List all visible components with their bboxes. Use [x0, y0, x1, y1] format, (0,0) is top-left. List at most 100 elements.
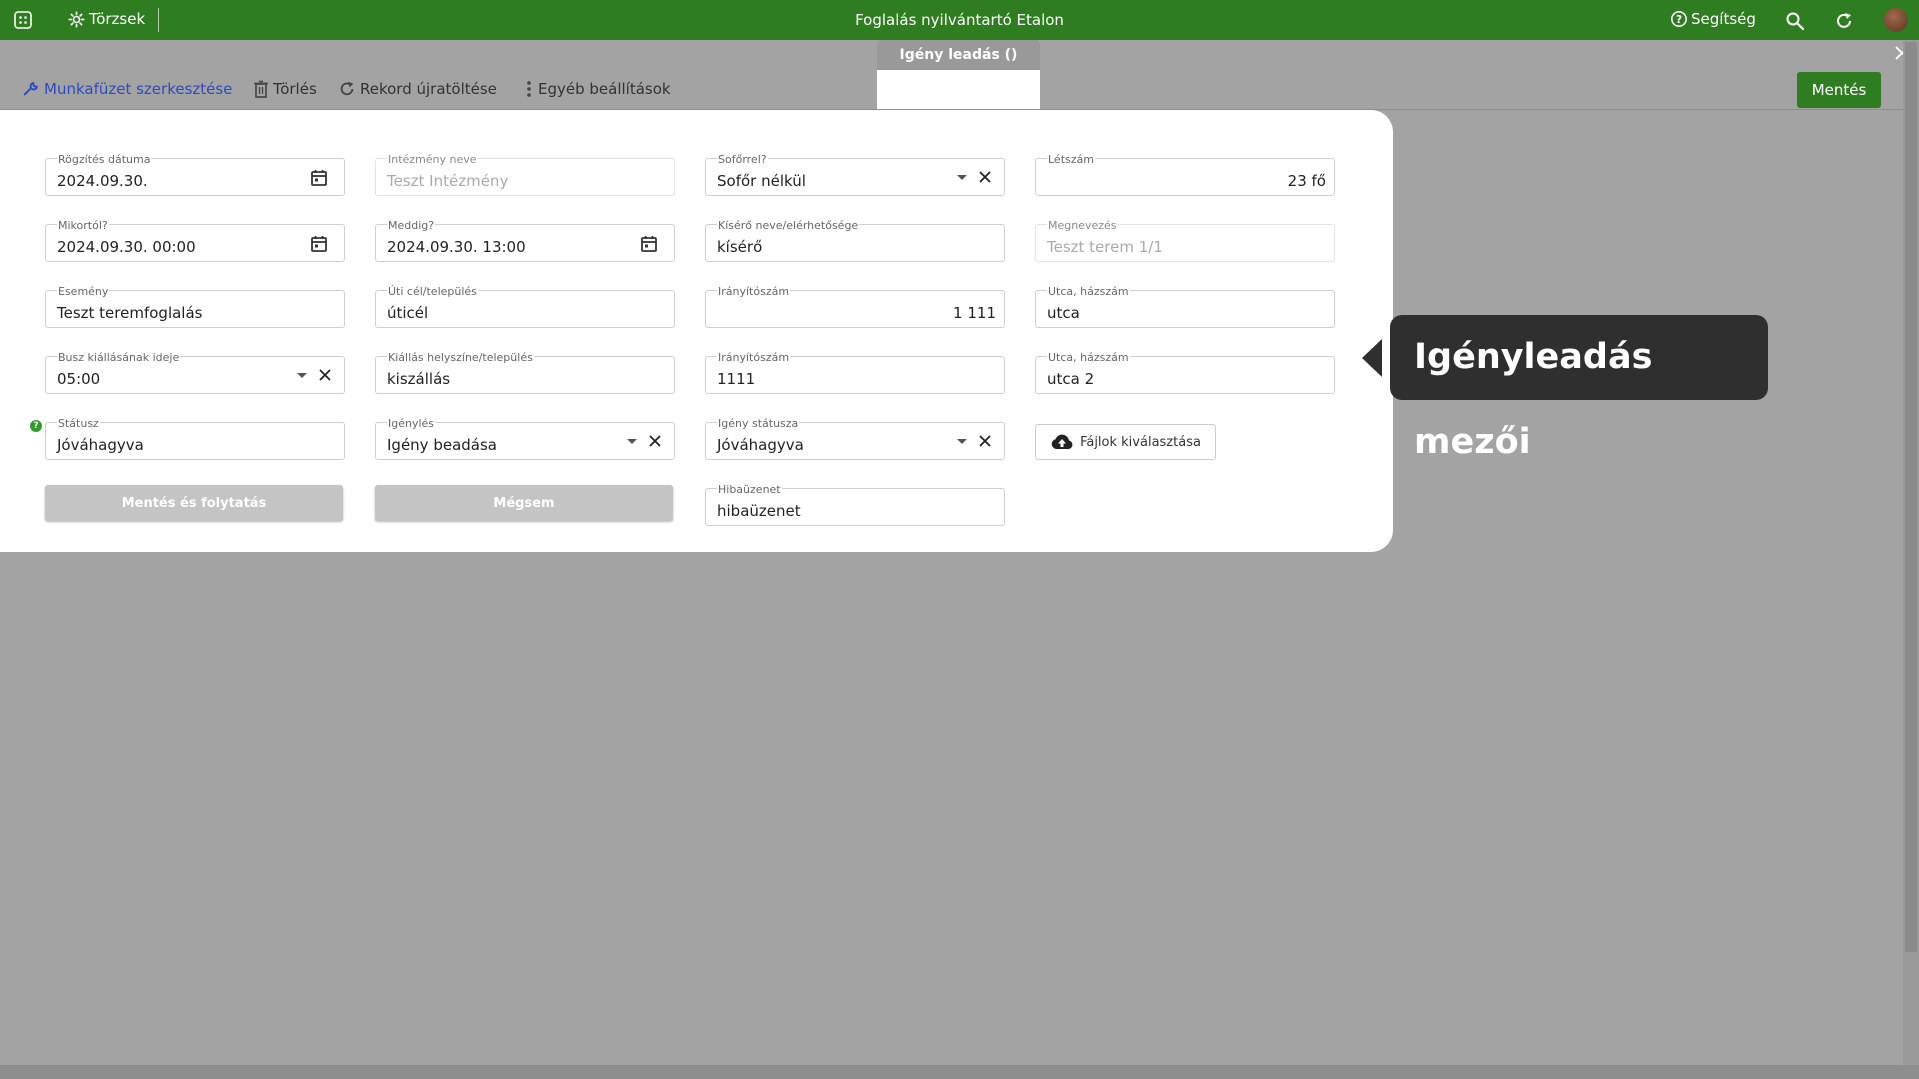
field-value: 2024.09.30. 00:00 — [57, 238, 196, 256]
field-label: Rögzítés dátuma — [57, 153, 152, 166]
wrench-icon — [23, 82, 38, 96]
field-value: úticél — [387, 304, 429, 322]
igenyles-select[interactable]: Igénylés Igény beadása — [375, 418, 675, 460]
user-avatar[interactable] — [1884, 8, 1908, 32]
clear-icon[interactable] — [318, 368, 332, 382]
mikortol-field[interactable]: Mikortól? 2024.09.30. 00:00 — [45, 220, 345, 262]
utca-field-1[interactable]: Utca, házszám utca — [1035, 286, 1335, 328]
field-value: Igény beadása — [387, 436, 497, 454]
field-label: Irányítószám — [717, 351, 791, 364]
field-label: Kiállás helyszíne/település — [387, 351, 534, 364]
field-value: utca 2 — [1047, 370, 1095, 388]
kisero-field[interactable]: Kísérő neve/elérhetősége kísérő — [705, 220, 1005, 262]
uti-cel-field[interactable]: Úti cél/település úticél — [375, 286, 675, 328]
status-help-icon[interactable]: ? — [30, 420, 42, 432]
field-label: Úti cél/település — [387, 285, 478, 298]
reload-record-label: Rekord újratöltése — [360, 80, 497, 98]
letszam-field[interactable]: Létszám 23 fő — [1035, 154, 1335, 196]
clear-icon[interactable] — [648, 434, 662, 448]
soforrel-select[interactable]: Sofőrrel? Sofőr nélkül — [705, 154, 1005, 196]
top-bar: Törzsek Foglalás nyilvántartó Etalon ? S… — [0, 0, 1919, 40]
edit-workbook-label: Munkafüzet szerkesztése — [44, 80, 233, 98]
field-value: 1 111 — [953, 304, 996, 322]
kiallas-helyszin-field[interactable]: Kiállás helyszíne/település kiszállás — [375, 352, 675, 394]
iranyitoszam-field-1[interactable]: Irányítószám 1 111 — [705, 286, 1005, 328]
field-value: Jóváhagyva — [717, 436, 804, 454]
edit-workbook-button[interactable]: Munkafüzet szerkesztése — [22, 80, 232, 98]
clear-icon[interactable] — [978, 434, 992, 448]
help-button[interactable]: ? Segítség — [1670, 10, 1756, 28]
field-label: Igény státusza — [717, 417, 800, 430]
field-label: Meddig? — [387, 219, 436, 232]
tooltip-arrow — [1362, 339, 1382, 377]
intezmeny-neve-field: Intézmény neve Teszt Intézmény — [375, 154, 675, 196]
svg-text:?: ? — [1676, 13, 1682, 26]
field-value: Teszt teremfoglalás — [57, 304, 203, 322]
calendar-icon[interactable] — [310, 235, 328, 253]
field-value: Teszt terem 1/1 — [1047, 238, 1163, 256]
field-label: Megnevezés — [1047, 219, 1118, 232]
calendar-icon[interactable] — [310, 169, 328, 187]
esemeny-field[interactable]: Esemény Teszt teremfoglalás — [45, 286, 345, 328]
form-fields-tooltip: Igényleadás mezői — [1390, 315, 1768, 462]
help-label: Segítség — [1691, 10, 1756, 28]
field-label: Busz kiállásának ideje — [57, 351, 181, 364]
statusz-field[interactable]: Státusz Jóváhagyva — [45, 418, 345, 460]
field-label: Utca, házszám — [1047, 285, 1130, 298]
trash-icon — [254, 80, 268, 98]
field-label: Kísérő neve/elérhetősége — [717, 219, 860, 232]
chevron-down-icon[interactable] — [297, 373, 307, 378]
save-button[interactable]: Mentés — [1797, 72, 1881, 108]
cancel-button[interactable]: Mégsem — [375, 485, 673, 521]
meddig-field[interactable]: Meddig? 2024.09.30. 13:00 — [375, 220, 675, 262]
chevron-down-icon[interactable] — [957, 175, 967, 180]
more-settings-label: Egyéb beállítások — [538, 80, 671, 98]
field-value: kiszállás — [387, 370, 451, 388]
rogzites-datuma-field[interactable]: Rögzítés dátuma 2024.09.30. — [45, 154, 345, 196]
reload-record-button[interactable]: Rekord újratöltése — [338, 80, 497, 98]
field-value: Teszt Intézmény — [387, 172, 509, 190]
megnevezes-field: Megnevezés Teszt terem 1/1 — [1035, 220, 1335, 262]
reload-icon — [340, 81, 354, 96]
field-value: hibaüzenet — [717, 502, 801, 520]
field-label: Utca, házszám — [1047, 351, 1130, 364]
refresh-icon[interactable] — [1834, 11, 1854, 31]
search-icon[interactable] — [1785, 11, 1805, 31]
field-label: Intézmény neve — [387, 153, 478, 166]
app-title: Foglalás nyilvántartó Etalon — [855, 11, 1064, 29]
file-upload-button[interactable]: Fájlok kiválasztása — [1035, 424, 1216, 460]
field-value: 2024.09.30. — [57, 172, 148, 190]
help-icon: ? — [1671, 11, 1687, 27]
field-value: 05:00 — [57, 370, 101, 388]
delete-button[interactable]: Törlés — [253, 80, 317, 98]
field-label: Igénylés — [387, 417, 436, 430]
record-toolbar: Munkafüzet szerkesztése Törlés Rekord új… — [0, 70, 1903, 110]
iranyitoszam-field-2[interactable]: Irányítószám 1111 — [705, 352, 1005, 394]
hibauzenet-field[interactable]: Hibaüzenet hibaüzenet — [705, 484, 1005, 526]
calendar-icon[interactable] — [640, 235, 658, 253]
busz-kiallas-select[interactable]: Busz kiállásának ideje 05:00 — [45, 352, 345, 394]
file-upload-label: Fájlok kiválasztása — [1080, 434, 1201, 450]
save-continue-button[interactable]: Mentés és folytatás — [45, 485, 343, 521]
field-label: Hibaüzenet — [717, 483, 782, 496]
scrollbar-thumb[interactable] — [1905, 42, 1917, 952]
field-label: Létszám — [1047, 153, 1095, 166]
field-label: Sofőrrel? — [717, 153, 768, 166]
more-settings-button[interactable]: Egyéb beállítások — [524, 80, 671, 98]
more-vertical-icon — [527, 81, 531, 97]
tab-igeny-leadas[interactable]: Igény leadás () — [877, 40, 1040, 70]
vertical-scrollbar[interactable] — [1903, 40, 1919, 1065]
clear-icon[interactable] — [978, 170, 992, 184]
field-value: kísérő — [717, 238, 763, 256]
chevron-down-icon[interactable] — [957, 439, 967, 444]
field-value: Jóváhagyva — [57, 436, 144, 454]
utca-field-2[interactable]: Utca, házszám utca 2 — [1035, 352, 1335, 394]
cloud-upload-icon — [1051, 434, 1073, 449]
chevron-down-icon[interactable] — [627, 439, 637, 444]
igeny-statusza-select[interactable]: Igény státusza Jóváhagyva — [705, 418, 1005, 460]
field-value: 23 fő — [1287, 172, 1326, 190]
field-value: utca — [1047, 304, 1080, 322]
field-value: 2024.09.30. 13:00 — [387, 238, 526, 256]
horizontal-scrollbar[interactable] — [0, 1065, 1919, 1079]
field-label: Státusz — [57, 417, 100, 430]
